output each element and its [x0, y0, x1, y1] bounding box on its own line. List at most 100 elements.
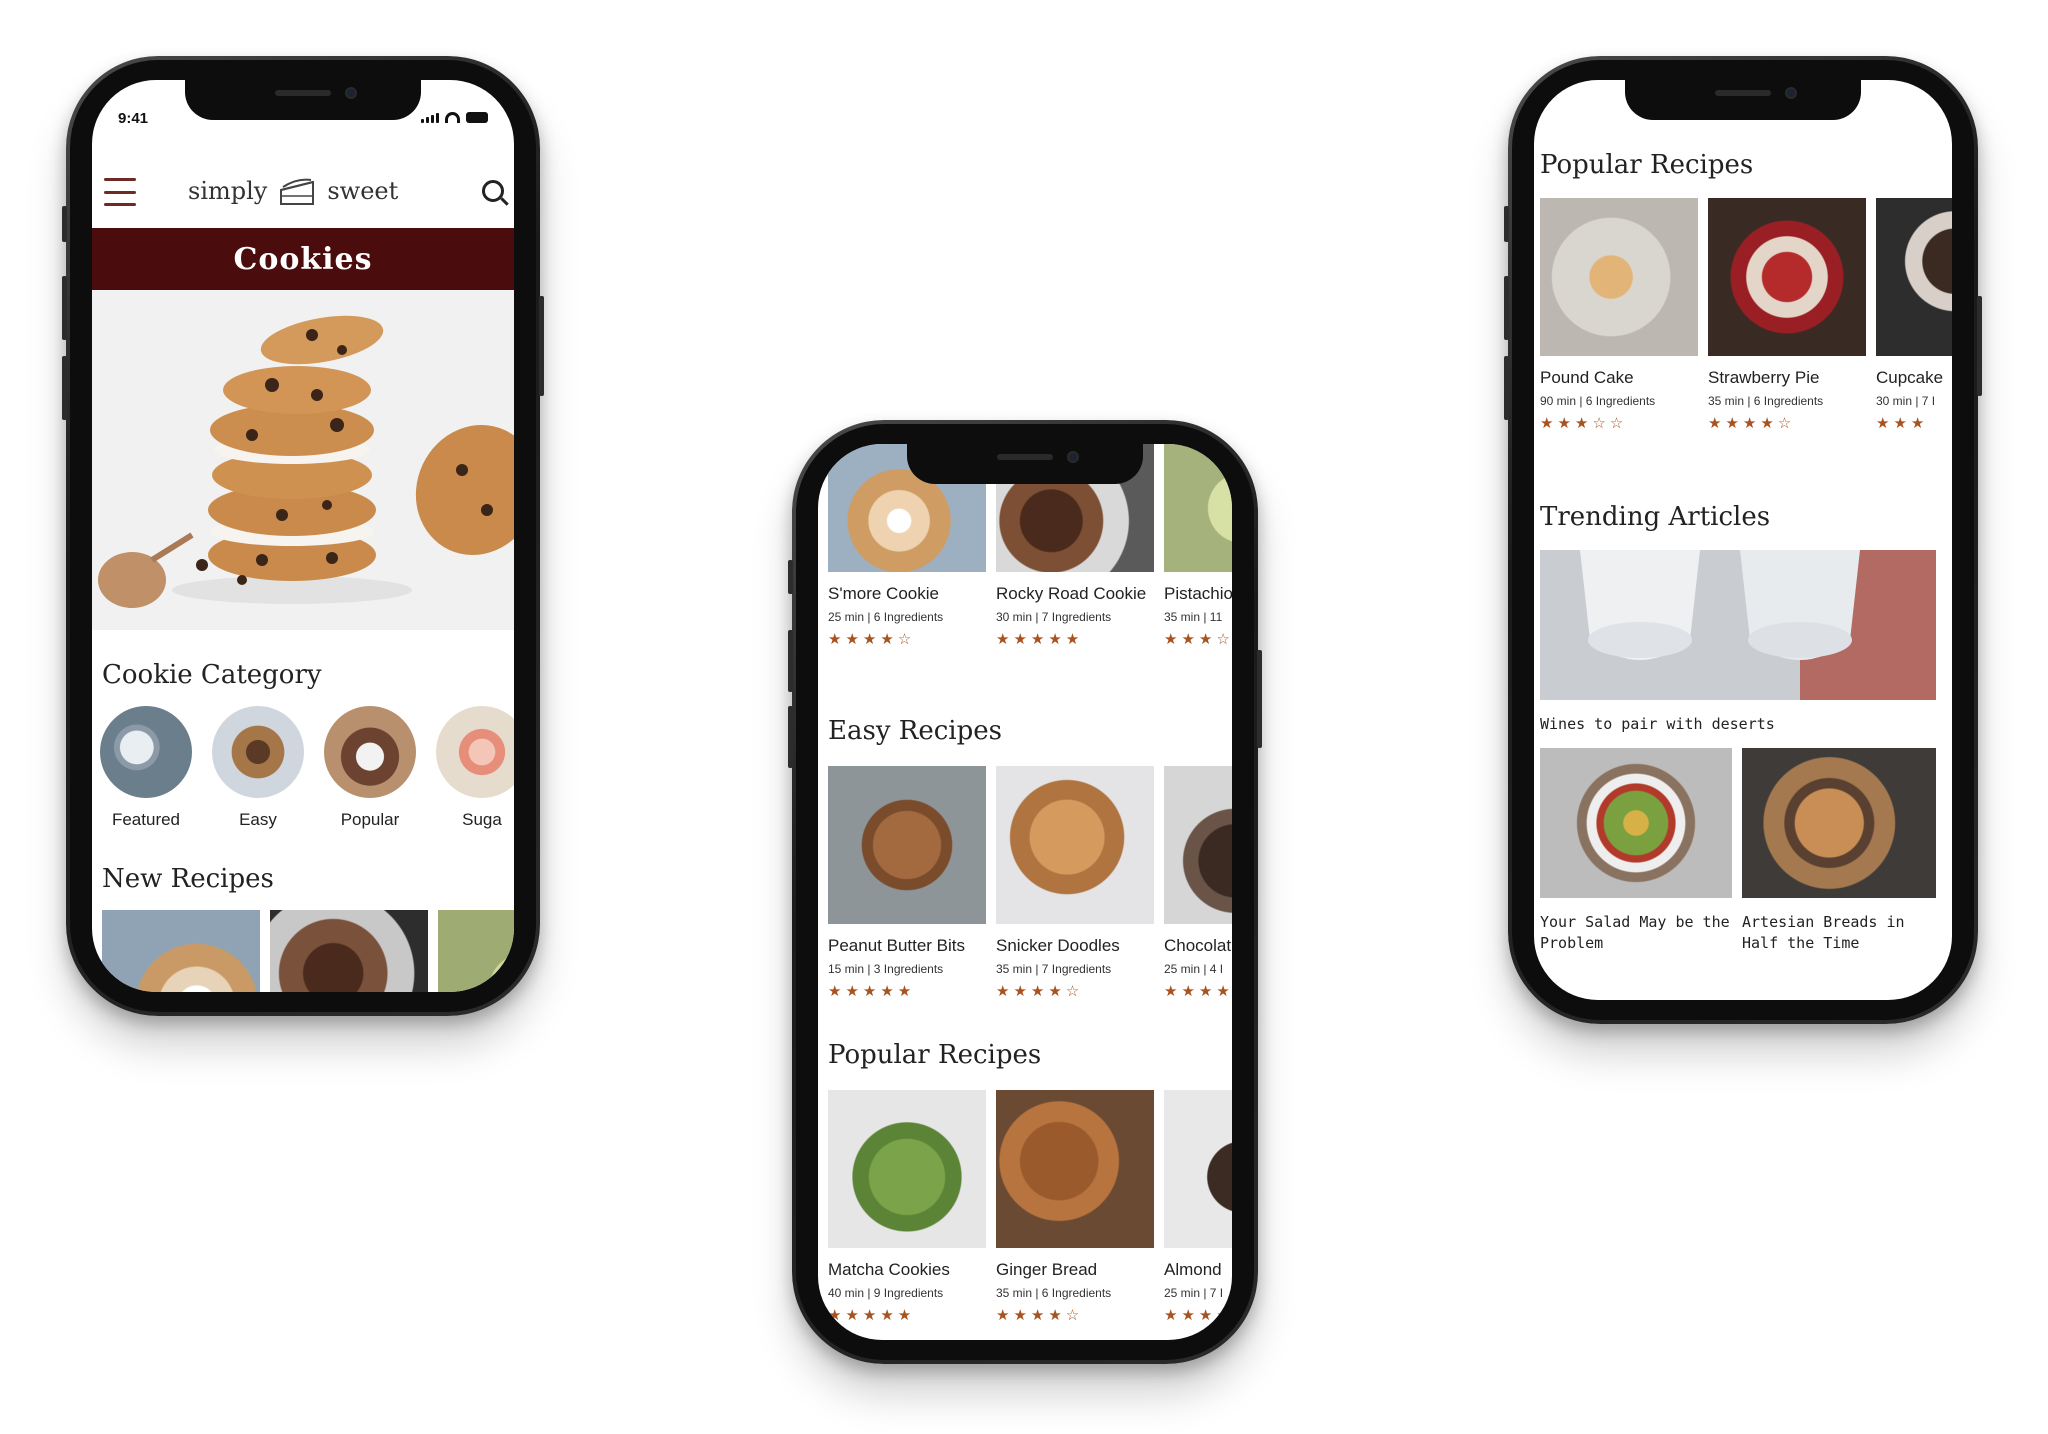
rating-stars: ★★★☆	[1164, 631, 1232, 648]
category-label: Featured	[111, 810, 181, 829]
recipe-name: Matcha Cookies	[828, 1260, 950, 1279]
article-card[interactable]: Your Salad May be the Problem	[1540, 748, 1732, 954]
category-heading: Cookie Category	[102, 660, 322, 690]
recipe-card[interactable]	[270, 910, 428, 992]
recipe-name: Ginger Bread	[996, 1260, 1098, 1279]
category-easy[interactable]: Easy	[212, 706, 304, 830]
recipe-meta: 15 min | 3 Ingredients	[828, 962, 944, 976]
rating-stars: ★★★★☆	[996, 1307, 1084, 1324]
popular-recipes-heading: Popular Recipes	[828, 1040, 1042, 1070]
rating-stars: ★★★★☆	[828, 631, 916, 648]
recipe-name: Almond	[1164, 1260, 1222, 1279]
phone2-screen: S'more Cookie 25 min | 6 Ingredients ★★★…	[818, 444, 1232, 1340]
recipe-card[interactable]: Chocolat 25 min | 4 I ★★★★	[1164, 766, 1232, 1000]
recipe-image	[102, 910, 260, 992]
category-label: Suga	[462, 810, 502, 829]
rating-stars: ★★★	[1876, 415, 1929, 432]
article-caption: Your Salad May be the Problem	[1540, 913, 1730, 952]
recipe-card[interactable]: Ginger Bread 35 min | 6 Ingredients ★★★★…	[996, 1090, 1154, 1324]
recipe-image	[828, 766, 986, 924]
new-recipes-heading: New Recipes	[102, 864, 274, 894]
hero-image-cookie-stack	[92, 290, 514, 630]
category-label: Easy	[239, 810, 277, 829]
category-popular[interactable]: Popular	[324, 706, 416, 830]
recipe-image	[270, 910, 428, 992]
recipe-meta: 35 min | 6 Ingredients	[996, 1286, 1112, 1300]
cookie-stack-illustration	[92, 290, 514, 630]
recipe-image	[1708, 198, 1866, 356]
battery-icon	[466, 112, 488, 123]
rating-stars: ★★★☆☆	[1540, 415, 1628, 432]
recipe-meta: 25 min | 4 I	[1164, 962, 1224, 976]
rating-stars: ★★★★★	[996, 631, 1084, 648]
rating-stars: ★★★★	[1164, 1307, 1232, 1324]
signal-icon	[421, 113, 439, 123]
recipe-meta: 35 min | 11	[1164, 610, 1223, 624]
recipe-meta: 30 min | 7 Ingredients	[996, 610, 1112, 624]
recipe-meta: 25 min | 6 Ingredients	[828, 610, 944, 624]
easy-recipes-heading: Easy Recipes	[828, 716, 1002, 746]
article-caption: Artesian Breads in Half the Time	[1742, 913, 1905, 952]
recipe-image	[996, 1090, 1154, 1248]
recipe-image	[1164, 1090, 1232, 1248]
brand-text-left: simply	[188, 177, 268, 205]
article-image	[1540, 748, 1732, 898]
search-icon[interactable]	[482, 180, 504, 202]
recipe-name: Strawberry Pie	[1708, 368, 1820, 387]
phone1-screen: 9:41 simply sweet Cookies Cookie Categor…	[92, 80, 514, 992]
recipe-card[interactable]: Cupcake 30 min | 7 I ★★★	[1876, 198, 1952, 432]
status-time: 9:41	[118, 110, 149, 127]
recipe-image	[996, 766, 1154, 924]
recipe-image	[828, 1090, 986, 1248]
category-image	[100, 706, 192, 798]
phone-notch	[185, 80, 421, 120]
recipe-card[interactable]: Pistachio 35 min | 11 ★★★☆	[1164, 444, 1232, 648]
recipe-meta: 30 min | 7 I	[1876, 394, 1936, 408]
page-title-banner: Cookies	[92, 228, 514, 290]
recipe-card[interactable]: Snicker Doodles 35 min | 7 Ingredients ★…	[996, 766, 1154, 1000]
menu-icon[interactable]	[104, 178, 136, 206]
recipe-image	[1164, 444, 1232, 572]
phone-notch	[1625, 80, 1861, 120]
recipe-image	[1876, 198, 1952, 356]
popular-recipes-heading: Popular Recipes	[1540, 150, 1754, 180]
category-list: Featured Easy Popular Suga	[100, 706, 514, 830]
trending-articles-heading: Trending Articles	[1540, 502, 1771, 532]
recipe-meta: 25 min | 7 I	[1164, 1286, 1224, 1300]
rating-stars: ★★★★★	[828, 983, 916, 1000]
recipe-card[interactable]	[102, 910, 260, 992]
recipe-name: Cupcake	[1876, 368, 1944, 387]
phone-mockup-center: S'more Cookie 25 min | 6 Ingredients ★★★…	[788, 420, 1262, 1364]
recipe-card[interactable]: Peanut Butter Bits 15 min | 3 Ingredient…	[828, 766, 986, 1000]
category-label: Popular	[340, 810, 400, 829]
recipe-name: Pistachio	[1164, 584, 1232, 603]
new-recipes-row	[102, 910, 514, 992]
category-sugar[interactable]: Suga	[436, 706, 514, 830]
article-card[interactable]: Wines to pair with deserts	[1540, 550, 1936, 735]
category-image	[324, 706, 416, 798]
category-image	[212, 706, 304, 798]
recipe-name: Snicker Doodles	[996, 936, 1120, 955]
recipe-image	[438, 910, 514, 992]
recipe-card[interactable]	[438, 910, 514, 992]
article-card[interactable]: Artesian Breads in Half the Time	[1742, 748, 1936, 954]
recipe-name: S'more Cookie	[828, 584, 939, 603]
category-featured[interactable]: Featured	[100, 706, 192, 830]
brand-text-right: sweet	[327, 177, 399, 205]
recipe-image	[1164, 766, 1232, 924]
popular-recipes-row: Matcha Cookies 40 min | 9 Ingredients ★★…	[828, 1090, 1232, 1324]
page-title: Cookies	[233, 241, 373, 277]
recipe-meta: 90 min | 6 Ingredients	[1540, 394, 1656, 408]
popular-recipes-row: Pound Cake 90 min | 6 Ingredients ★★★☆☆ …	[1540, 198, 1952, 432]
rating-stars: ★★★★☆	[996, 983, 1084, 1000]
recipe-card[interactable]: Strawberry Pie 35 min | 6 Ingredients ★★…	[1708, 198, 1866, 432]
recipe-name: Peanut Butter Bits	[828, 936, 966, 955]
recipe-card[interactable]: Almond 25 min | 7 I ★★★★	[1164, 1090, 1232, 1324]
recipe-card[interactable]: Matcha Cookies 40 min | 9 Ingredients ★★…	[828, 1090, 986, 1324]
app-header: simply sweet	[92, 158, 514, 228]
rating-stars: ★★★★★	[828, 1307, 916, 1324]
recipe-card[interactable]: Pound Cake 90 min | 6 Ingredients ★★★☆☆	[1540, 198, 1698, 432]
rating-stars: ★★★★	[1164, 983, 1232, 1000]
category-image	[436, 706, 514, 798]
brand-logo[interactable]: simply sweet	[188, 174, 398, 208]
